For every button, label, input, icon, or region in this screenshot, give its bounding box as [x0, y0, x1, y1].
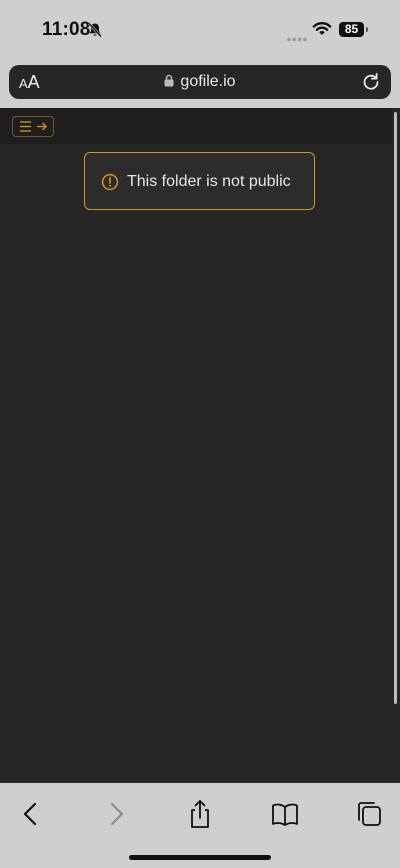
cellular-dots-icon: [287, 29, 307, 47]
share-button[interactable]: [180, 799, 220, 829]
arrow-right-icon: [37, 122, 47, 131]
exclamation-circle-icon: [101, 173, 119, 196]
tabs-button[interactable]: [349, 799, 389, 829]
browser-toolbar: [0, 783, 400, 868]
share-icon: [191, 800, 209, 828]
address-bar-area: AA gofile.io: [0, 60, 400, 108]
back-icon: [23, 802, 37, 826]
forward-icon: [110, 802, 124, 826]
home-indicator[interactable]: [129, 855, 271, 860]
status-bar: 11:08 85: [0, 0, 400, 60]
alert-message: This folder is not public: [127, 173, 291, 190]
hamburger-icon: [20, 121, 31, 132]
bookmarks-icon: [272, 803, 298, 826]
sidebar-toggle-button[interactable]: [12, 116, 54, 137]
url-display[interactable]: gofile.io: [9, 73, 391, 92]
web-page: This folder is not public: [0, 108, 400, 783]
back-button[interactable]: [10, 799, 50, 829]
forward-button[interactable]: [97, 799, 137, 829]
page-scrollbar[interactable]: [394, 112, 397, 704]
status-time: 11:08: [42, 19, 91, 40]
address-bar[interactable]: AA gofile.io: [9, 65, 391, 99]
reload-icon[interactable]: [361, 72, 381, 97]
battery-icon: 85: [339, 22, 364, 37]
folder-not-public-alert: This folder is not public: [84, 152, 315, 210]
wifi-icon: [312, 21, 332, 41]
tabs-icon: [358, 802, 381, 826]
lock-icon: [164, 74, 174, 92]
battery-cap: [366, 27, 368, 32]
url-text: gofile.io: [180, 73, 236, 90]
bell-slash-icon: [87, 22, 103, 43]
page-top-strip: [0, 108, 392, 144]
bookmarks-button[interactable]: [265, 799, 305, 829]
